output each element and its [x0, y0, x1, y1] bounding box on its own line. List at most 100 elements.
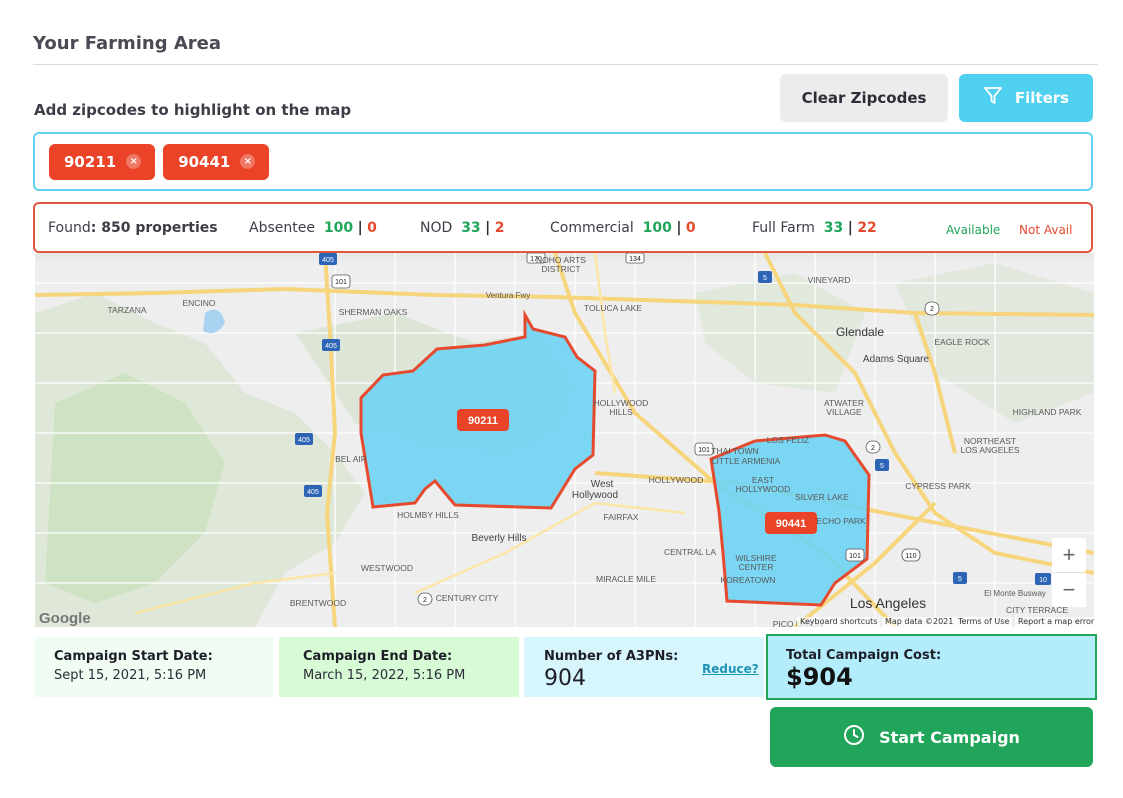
- stat-label: NOD: [420, 220, 453, 236]
- highway-shield: 134: [625, 253, 645, 264]
- shield-label: 5: [958, 576, 962, 583]
- clock-icon: [843, 724, 865, 750]
- map-label: Beverly Hills: [471, 533, 526, 544]
- map-label: Hollywood: [572, 490, 618, 501]
- zipcode-prompt: Add zipcodes to highlight on the map: [34, 101, 352, 119]
- zoom-out-button[interactable]: −: [1052, 573, 1086, 607]
- filters-button[interactable]: Filters: [959, 74, 1093, 122]
- zip-marker-label: 90211: [468, 415, 498, 427]
- map-label: Adams Square: [863, 354, 930, 365]
- map-label: Los Angeles: [850, 595, 926, 611]
- zipcode-input[interactable]: 90211 × 90441 ×: [33, 132, 1093, 191]
- remove-chip-icon[interactable]: ×: [240, 154, 256, 169]
- map-view[interactable]: 90211 90441 405 101 170 134 5 2 110 10 4…: [35, 253, 1094, 627]
- shield-label: 405: [322, 257, 334, 264]
- map-data-credit: Map data ©2021: [882, 617, 957, 627]
- legend-not-available: Not Avail: [1019, 223, 1073, 237]
- total-cost-label: Total Campaign Cost:: [786, 648, 942, 663]
- campaign-end-card: Campaign End Date: March 15, 2022, 5:16 …: [279, 637, 519, 697]
- keyboard-shortcuts-link[interactable]: Keyboard shortcuts: [797, 617, 881, 627]
- filters-button-label: Filters: [1014, 89, 1070, 107]
- map-label: VILLAGE: [826, 407, 862, 417]
- highway-shield: 405: [319, 253, 337, 265]
- highway-shield: 5: [758, 271, 772, 283]
- highway-shield: 10: [1035, 573, 1051, 585]
- total-cost-card: Total Campaign Cost: $904: [766, 634, 1097, 700]
- highway-shield: 101: [845, 548, 865, 562]
- map-label: EAGLE ROCK: [934, 337, 990, 347]
- highway-shield: 110: [901, 548, 921, 562]
- campaign-start-value: Sept 15, 2021, 5:16 PM: [54, 668, 207, 683]
- report-map-error-link[interactable]: Report a map error: [1015, 617, 1098, 627]
- stat-separator: |: [485, 220, 491, 236]
- found-count: Found: 850 properties: [48, 220, 218, 236]
- reduce-link[interactable]: Reduce?: [702, 662, 759, 676]
- map-label: WESTWOOD: [361, 563, 413, 573]
- found-label: Found: [48, 220, 91, 236]
- zipcode-chip[interactable]: 90211 ×: [49, 143, 156, 180]
- stat-available: 33: [461, 220, 481, 236]
- map-label: KOREATOWN: [721, 575, 776, 585]
- google-logo: Google: [39, 610, 91, 627]
- map-label: SHERMAN OAKS: [339, 307, 408, 317]
- map-label: HOLLYWOOD: [736, 484, 791, 494]
- map-label: LOS FELIZ: [767, 435, 810, 445]
- start-campaign-button[interactable]: Start Campaign: [770, 707, 1093, 767]
- stat-full-farm: Full Farm 33 | 22: [752, 220, 877, 236]
- zipcode-chip-label: 90441: [178, 152, 231, 171]
- stats-bar: Found: 850 properties Absentee 100 | 0 N…: [33, 202, 1093, 253]
- found-value: : 850 properties: [90, 220, 218, 236]
- map-label: HOLLYWOOD: [649, 475, 704, 485]
- zoom-in-button[interactable]: +: [1052, 538, 1086, 572]
- stat-label: Absentee: [249, 220, 315, 236]
- zipcode-chip[interactable]: 90441 ×: [163, 143, 270, 180]
- stat-commercial: Commercial 100 | 0: [550, 220, 696, 236]
- highway-shield: 2: [417, 592, 433, 606]
- stat-not-available: 0: [367, 220, 377, 236]
- map-label: THAI TOWN: [711, 446, 758, 456]
- page-title: Your Farming Area: [33, 33, 222, 54]
- map-label: West: [591, 479, 614, 490]
- legend-available: Available: [946, 223, 1001, 237]
- map-label: LOS ANGELES: [960, 445, 1019, 455]
- map-label: ECHO PARK: [816, 516, 866, 526]
- campaign-end-label: Campaign End Date:: [303, 649, 453, 664]
- zip-marker-label: 90441: [776, 518, 807, 530]
- clear-zipcodes-button[interactable]: Clear Zipcodes: [780, 74, 948, 122]
- map-label: HILLS: [609, 407, 633, 417]
- map-label: El Monte Busway: [984, 589, 1046, 598]
- map-label: BRENTWOOD: [290, 598, 346, 608]
- highway-shield: 5: [875, 459, 889, 471]
- map-label: Ventura Fwy: [486, 291, 530, 300]
- map-label: ENCINO: [182, 298, 215, 308]
- map-label: VINEYARD: [808, 275, 851, 285]
- shield-label: 5: [880, 463, 884, 470]
- stat-not-available: 0: [685, 220, 696, 236]
- stat-not-available: 2: [494, 220, 505, 236]
- stat-separator: |: [847, 220, 853, 236]
- highway-shield: 405: [304, 485, 322, 497]
- total-cost-value: $904: [786, 663, 853, 691]
- map-label: CENTER: [739, 562, 774, 572]
- stat-nod: NOD 33 | 2: [420, 220, 504, 236]
- map-canvas[interactable]: 90211 90441 405 101 170 134 5 2 110 10 4…: [35, 253, 1094, 627]
- shield-label: 101: [698, 447, 710, 454]
- apn-count-card: Number of A3PNs: 904 Reduce?: [524, 637, 764, 697]
- shield-label: 405: [325, 343, 337, 350]
- map-label: TARZANA: [107, 305, 146, 315]
- highway-shield: 101: [694, 442, 714, 456]
- shield-label: 405: [307, 489, 319, 496]
- zipcode-chip-label: 90211: [64, 152, 117, 171]
- map-label: TOLUCA LAKE: [584, 303, 642, 313]
- stat-separator: |: [676, 220, 682, 236]
- stat-separator: |: [357, 220, 363, 236]
- stat-label: Full Farm: [752, 220, 815, 236]
- campaign-start-label: Campaign Start Date:: [54, 649, 213, 664]
- remove-chip-icon[interactable]: ×: [126, 154, 142, 169]
- highway-shield: 5: [953, 572, 967, 584]
- start-campaign-label: Start Campaign: [879, 727, 1020, 747]
- map-label: HOLMBY HILLS: [397, 510, 459, 520]
- stat-absentee: Absentee 100 | 0: [249, 220, 377, 236]
- map-label: FAIRFAX: [604, 512, 639, 522]
- terms-of-use-link[interactable]: Terms of Use: [955, 617, 1013, 627]
